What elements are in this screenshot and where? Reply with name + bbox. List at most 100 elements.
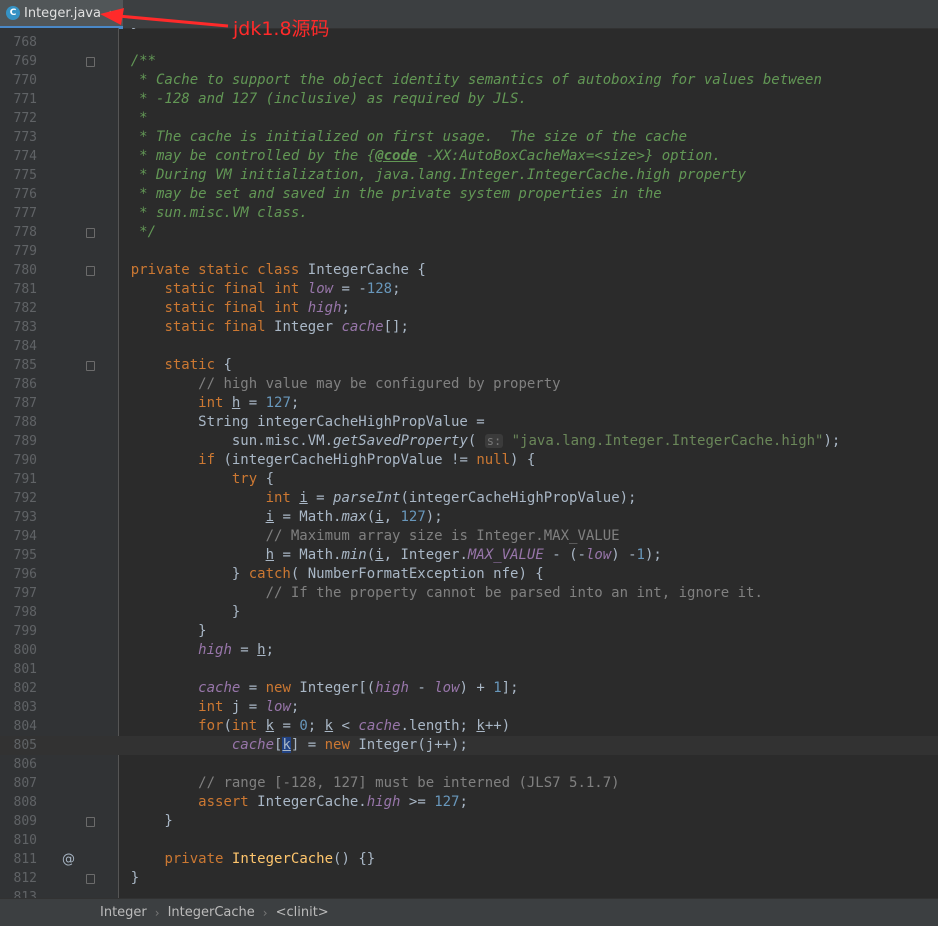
code-line[interactable]: 809 }	[0, 812, 938, 831]
code-text: } catch( NumberFormatException nfe) {	[97, 566, 544, 582]
code-line[interactable]: 780 private static class IntegerCache {	[0, 261, 938, 280]
code-line[interactable]: 784	[0, 337, 938, 356]
code-line[interactable]: 802 cache = new Integer[(high - low) + 1…	[0, 679, 938, 698]
code-line[interactable]: 799 }	[0, 622, 938, 641]
line-number: 783	[13, 320, 37, 335]
code-line[interactable]: 794 // Maximum array size is Integer.MAX…	[0, 527, 938, 546]
fold-marker-icon[interactable]	[86, 874, 95, 884]
code-line[interactable]: 788 String integerCacheHighPropValue =	[0, 413, 938, 432]
code-line[interactable]: 796 } catch( NumberFormatException nfe) …	[0, 565, 938, 584]
code-text: * may be set and saved in the private sy…	[97, 186, 662, 202]
breadcrumb: Integer › IntegerCache › <clinit>	[0, 898, 938, 926]
code-line[interactable]: 805 cache[k] = new Integer(j++);	[0, 736, 938, 755]
breadcrumb-item[interactable]: <clinit>	[276, 905, 329, 920]
code-line[interactable]: 793 i = Math.max(i, 127);	[0, 508, 938, 527]
line-number: 794	[13, 529, 37, 544]
code-line[interactable]: 777 * sun.misc.VM class.	[0, 204, 938, 223]
code-line[interactable]: 785 static {	[0, 356, 938, 375]
code-line[interactable]: 789 sun.misc.VM.getSavedProperty( s: "ja…	[0, 432, 938, 451]
close-icon[interactable]: ×	[108, 7, 117, 20]
line-number: 773	[13, 130, 37, 145]
fold-marker-icon[interactable]	[86, 228, 95, 238]
line-number: 805	[13, 738, 37, 753]
code-line[interactable]: 779	[0, 242, 938, 261]
editor-tab-bar: C Integer.java ×	[0, 0, 938, 29]
code-text: static {	[164, 357, 232, 373]
code-text: * The cache is initialized on first usag…	[97, 129, 688, 145]
code-line[interactable]: 778 */	[0, 223, 938, 242]
code-line[interactable]: 782 static final int high;	[0, 299, 938, 318]
line-number: 792	[13, 491, 37, 506]
code-line[interactable]: 771 * -128 and 127 (inclusive) as requir…	[0, 90, 938, 109]
line-number: 774	[13, 149, 37, 164]
code-line[interactable]: 808 assert IntegerCache.high >= 127;	[0, 793, 938, 812]
fold-marker-icon[interactable]	[86, 57, 95, 67]
line-number: 789	[13, 434, 37, 449]
line-number: 775	[13, 168, 37, 183]
line-number: 793	[13, 510, 37, 525]
code-line[interactable]: 792 int i = parseInt(integerCacheHighPro…	[0, 489, 938, 508]
code-line[interactable]: 781 static final int low = -128;	[0, 280, 938, 299]
code-line[interactable]: 769 /**	[0, 52, 938, 71]
code-text: h = Math.min(i, Integer.MAX_VALUE - (-lo…	[265, 547, 662, 563]
code-line[interactable]: 813	[0, 888, 938, 898]
code-line[interactable]: 807 // range [-128, 127] must be interne…	[0, 774, 938, 793]
code-line[interactable]: 812 }	[0, 869, 938, 888]
code-line[interactable]: 800 high = h;	[0, 641, 938, 660]
code-line[interactable]: 806	[0, 755, 938, 774]
line-number: 769	[13, 54, 37, 69]
code-text: // range [-128, 127] must be interned (J…	[198, 775, 620, 791]
line-number: 786	[13, 377, 37, 392]
line-number: 785	[13, 358, 37, 373]
fold-marker-icon[interactable]	[86, 266, 95, 276]
tab-integer-java[interactable]: C Integer.java ×	[0, 0, 124, 29]
code-text: try {	[231, 471, 275, 487]
code-line[interactable]: 804 for(int k = 0; k < cache.length; k++…	[0, 717, 938, 736]
line-number: 810	[13, 833, 37, 848]
code-line[interactable]: 776 * may be set and saved in the privat…	[0, 185, 938, 204]
code-line[interactable]: 787 int h = 127;	[0, 394, 938, 413]
line-number: 809	[13, 814, 37, 829]
fold-marker-icon[interactable]	[86, 817, 95, 827]
code-line[interactable]: 798 }	[0, 603, 938, 622]
code-text: // If the property cannot be parsed into…	[265, 585, 763, 601]
code-line[interactable]: 801	[0, 660, 938, 679]
code-line[interactable]: 772 *	[0, 109, 938, 128]
line-number: 795	[13, 548, 37, 563]
code-line[interactable]: 795 h = Math.min(i, Integer.MAX_VALUE - …	[0, 546, 938, 565]
line-number: 799	[13, 624, 37, 639]
code-line[interactable]: 797 // If the property cannot be parsed …	[0, 584, 938, 603]
code-text: String integerCacheHighPropValue =	[97, 414, 485, 430]
code-line[interactable]: 811 @ private IntegerCache() {}	[0, 850, 938, 869]
line-number: 803	[13, 700, 37, 715]
code-text: high = h;	[198, 642, 275, 658]
code-line[interactable]: 803 int j = low;	[0, 698, 938, 717]
code-line[interactable]: 790 if (integerCacheHighPropValue != nul…	[0, 451, 938, 470]
code-editor[interactable]: 767 }768769 /**770 * Cache to support th…	[0, 28, 938, 898]
breadcrumb-item[interactable]: Integer	[100, 905, 147, 920]
code-text: * -128 and 127 (inclusive) as required b…	[97, 91, 527, 107]
code-text: static final int high;	[164, 300, 350, 316]
code-text: i = Math.max(i, 127);	[265, 509, 443, 525]
line-number: 797	[13, 586, 37, 601]
code-text: private static class IntegerCache {	[130, 262, 426, 278]
code-text: // Maximum array size is Integer.MAX_VAL…	[265, 528, 620, 544]
code-line[interactable]: 786 // high value may be configured by p…	[0, 375, 938, 394]
code-line[interactable]: 783 static final Integer cache[];	[0, 318, 938, 337]
line-number: 787	[13, 396, 37, 411]
code-line[interactable]: 770 * Cache to support the object identi…	[0, 71, 938, 90]
code-line[interactable]: 791 try {	[0, 470, 938, 489]
code-line[interactable]: 768	[0, 33, 938, 52]
fold-marker-icon[interactable]	[86, 361, 95, 371]
line-number: 772	[13, 111, 37, 126]
breadcrumb-item[interactable]: IntegerCache	[168, 905, 255, 920]
code-line[interactable]: 773 * The cache is initialized on first …	[0, 128, 938, 147]
chevron-right-icon: ›	[154, 905, 160, 920]
code-text: if (integerCacheHighPropValue != null) {	[198, 452, 536, 468]
code-text: }	[97, 623, 207, 639]
code-line[interactable]: 774 * may be controlled by the {@code -X…	[0, 147, 938, 166]
code-line[interactable]: 810	[0, 831, 938, 850]
chevron-right-icon: ›	[262, 905, 268, 920]
override-marker-icon[interactable]: @	[62, 850, 75, 869]
code-line[interactable]: 775 * During VM initialization, java.lan…	[0, 166, 938, 185]
